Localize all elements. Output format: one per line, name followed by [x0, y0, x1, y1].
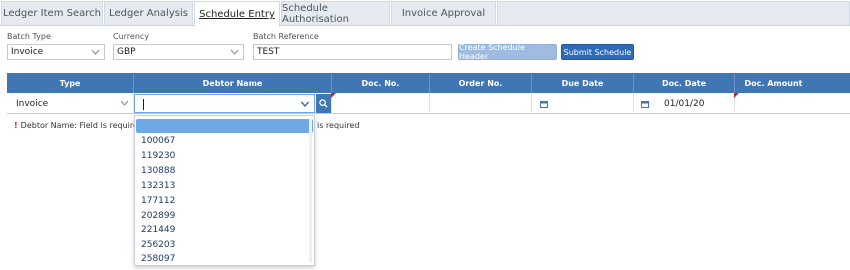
create-schedule-header-button[interactable]: Create Schedule Header — [458, 43, 557, 61]
search-icon — [319, 99, 328, 108]
doc-date-cell[interactable]: 01/01/20 — [634, 93, 739, 114]
batch-reference-label: Batch Reference — [253, 32, 319, 41]
list-item[interactable]: 132313 — [135, 178, 305, 193]
column-doc-date[interactable]: Doc. Date — [634, 73, 735, 93]
error-icon: ! — [14, 121, 18, 130]
debtor-dropdown[interactable]: 100067 119230 130888 132313 177112 20289… — [134, 115, 315, 266]
list-item[interactable]: 256203 — [135, 237, 305, 252]
tab-label: Schedule Authorisation — [282, 2, 349, 25]
currency-value: GBP — [117, 47, 136, 57]
error-text: Debtor Name: Field is required — [20, 121, 143, 130]
tab-schedule-entry[interactable]: Schedule Entry — [194, 1, 280, 27]
list-item[interactable]: 202899 — [135, 208, 305, 223]
column-doc-no[interactable]: Doc. No. — [332, 73, 430, 93]
dropdown-scrollbar[interactable] — [309, 118, 312, 263]
submit-schedule-button[interactable]: Submit Schedule — [561, 44, 634, 60]
doc-date-value: 01/01/20 — [664, 98, 705, 109]
debtor-name-input[interactable] — [134, 94, 315, 113]
debtor-search-button[interactable] — [316, 94, 331, 113]
list-item[interactable]: 100067 — [135, 133, 305, 148]
column-order-no[interactable]: Order No. — [430, 73, 532, 93]
column-due-date[interactable]: Due Date — [532, 73, 634, 93]
column-doc-amount[interactable]: Doc. Amount — [735, 73, 812, 93]
batch-reference-value: TEST — [257, 47, 280, 57]
due-date-cell[interactable] — [532, 93, 634, 114]
tab-label: Invoice Approval — [401, 8, 486, 19]
type-cell[interactable]: Invoice — [7, 93, 134, 114]
chevron-down-icon — [230, 49, 239, 55]
order-no-cell[interactable] — [430, 93, 532, 114]
list-item[interactable]: 177112 — [135, 193, 305, 208]
batch-type-select[interactable]: Invoice — [7, 44, 105, 60]
error-debtor-name: ! Debtor Name: Field is required — [14, 121, 143, 130]
chevron-down-icon[interactable] — [300, 98, 310, 110]
type-value: Invoice — [16, 98, 49, 109]
chevron-down-icon — [91, 49, 100, 55]
chevron-down-icon — [120, 100, 129, 106]
column-type[interactable]: Type — [7, 73, 134, 93]
batch-type-label: Batch Type — [7, 32, 51, 41]
table-row: Invoice 01/01/20 — [7, 93, 850, 114]
list-item[interactable]: 130888 — [135, 163, 305, 178]
tab-bar-filler — [497, 1, 850, 25]
grid-header: Type Debtor Name Doc. No. Order No. Due … — [7, 73, 850, 93]
currency-label: Currency — [113, 32, 150, 41]
list-item[interactable]: 221449 — [135, 222, 305, 237]
doc-no-cell[interactable] — [332, 93, 430, 114]
tab-label: Ledger Analysis — [109, 8, 188, 19]
tab-bar: Ledger Item Search Ledger Analysis Sched… — [0, 0, 850, 27]
error-second: is required — [317, 121, 359, 130]
tab-ledger-analysis[interactable]: Ledger Analysis — [104, 1, 193, 25]
text-cursor — [143, 99, 144, 110]
tab-invoice-approval[interactable]: Invoice Approval — [391, 1, 496, 25]
currency-select[interactable]: GBP — [113, 44, 244, 60]
calendar-icon[interactable] — [540, 100, 548, 108]
error-text: is required — [317, 121, 360, 130]
list-item[interactable]: 119230 — [135, 148, 305, 163]
list-item[interactable]: 258097 — [135, 251, 305, 266]
batch-reference-input[interactable]: TEST — [253, 44, 452, 60]
batch-type-value: Invoice — [11, 47, 44, 57]
tab-label: Schedule Entry — [199, 9, 275, 20]
debtor-name-cell — [134, 93, 336, 114]
tab-label: Ledger Item Search — [3, 8, 101, 19]
doc-amount-cell[interactable] — [735, 93, 850, 114]
list-item[interactable] — [136, 119, 313, 133]
calendar-icon[interactable] — [641, 100, 649, 108]
column-debtor-name[interactable]: Debtor Name — [134, 73, 332, 93]
tab-ledger-item-search[interactable]: Ledger Item Search — [1, 1, 103, 25]
tab-schedule-authorisation[interactable]: Schedule Authorisation — [281, 1, 390, 25]
